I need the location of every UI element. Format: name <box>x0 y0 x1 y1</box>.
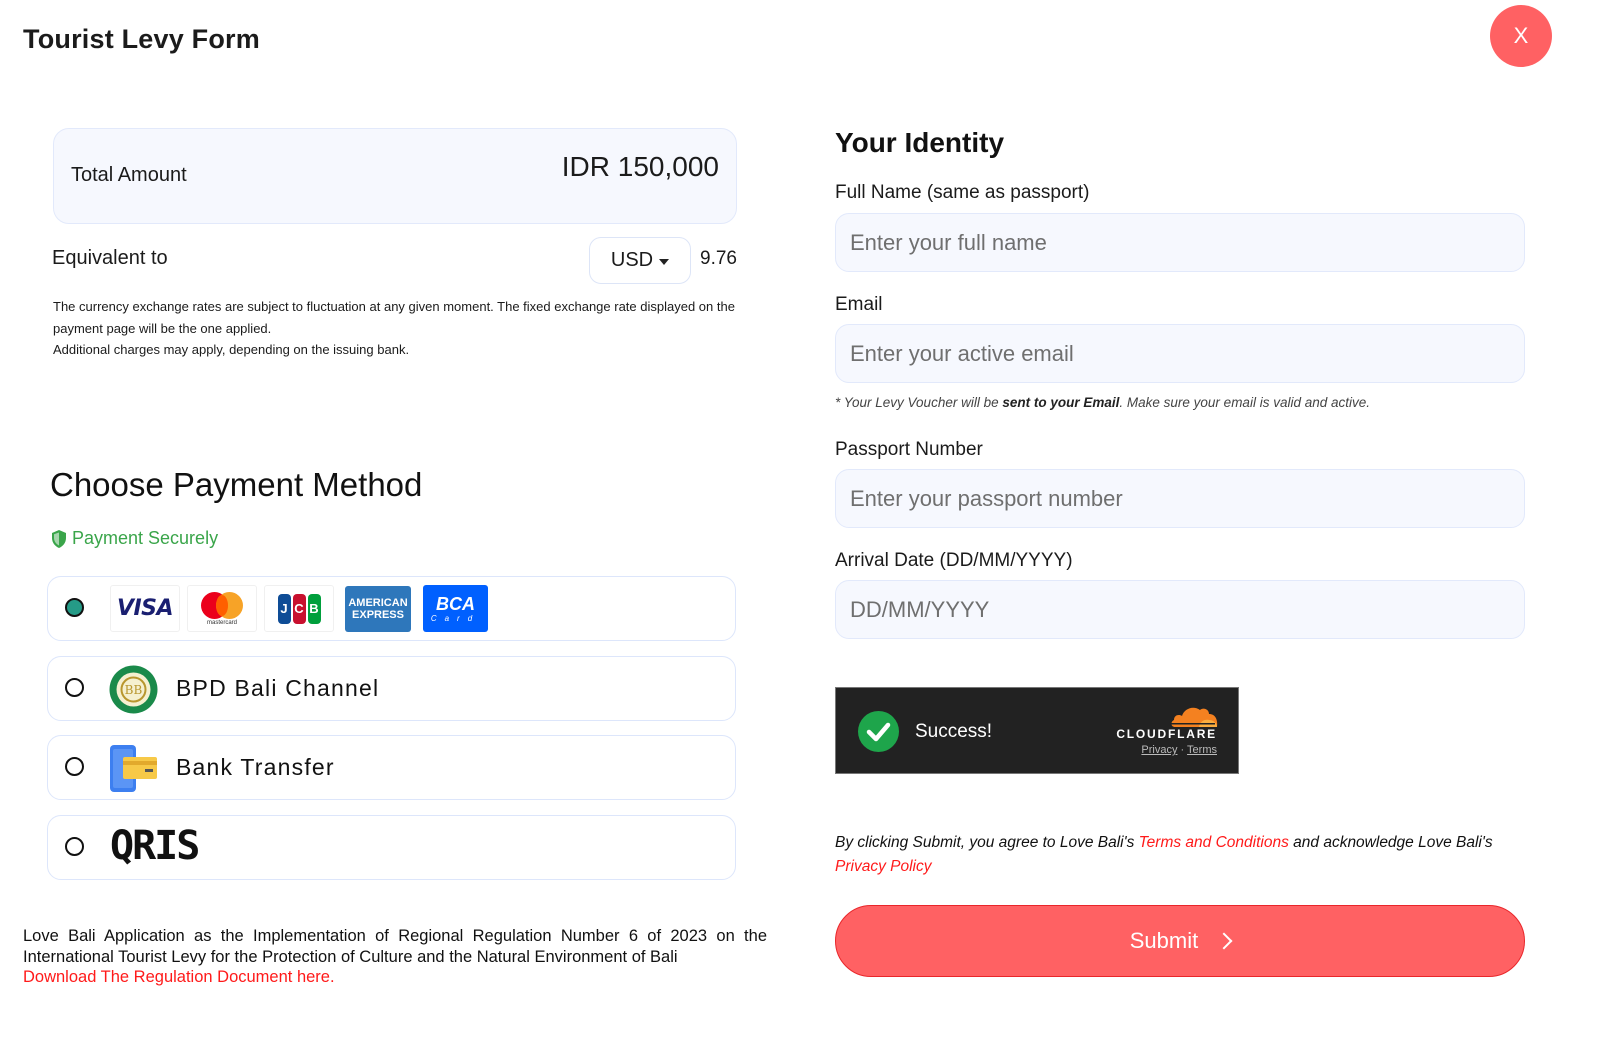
bca-line-1: BCA <box>436 594 475 614</box>
arrival-date-label: Arrival Date (DD/MM/YYYY) <box>835 550 1073 571</box>
radio-bank-transfer[interactable] <box>65 757 84 776</box>
bank-transfer-label: Bank Transfer <box>176 754 335 780</box>
passport-input[interactable] <box>835 469 1525 528</box>
radio-qris[interactable] <box>65 837 84 856</box>
amex-line-1: AMERICAN <box>348 597 408 609</box>
privacy-policy-link[interactable]: Privacy Policy <box>835 858 931 875</box>
full-name-label: Full Name (same as passport) <box>835 182 1090 203</box>
payment-method-title: Choose Payment Method <box>50 466 423 503</box>
disclaimer-line-2: Additional charges may apply, depending … <box>53 342 410 357</box>
arrival-date-input[interactable] <box>835 580 1525 639</box>
disclaimer-line-1: The currency exchange rates are subject … <box>53 299 735 336</box>
qris-logo: QRIS <box>110 823 200 869</box>
total-amount-card: Total Amount IDR 150,000 <box>53 128 737 224</box>
jcb-letter-c: C <box>292 593 306 624</box>
radio-card[interactable] <box>65 598 84 617</box>
jcb-logo: J C B <box>264 585 334 632</box>
full-name-input[interactable] <box>835 213 1525 272</box>
visa-logo-text: VISA <box>116 596 174 621</box>
cloudflare-link-separator: · <box>1180 744 1185 756</box>
mastercard-overlap <box>216 594 228 616</box>
equivalent-value: 9.76 <box>700 248 737 269</box>
email-note-prefix: * Your Levy Voucher will be <box>835 395 1003 410</box>
terms-and-conditions-link[interactable]: Terms and Conditions <box>1139 834 1289 851</box>
cloudflare-cloud-icon <box>1171 707 1218 727</box>
email-label: Email <box>835 294 883 315</box>
submit-button[interactable]: Submit <box>835 905 1525 977</box>
payment-option-bpd-bali[interactable]: BB BPD Bali Channel <box>47 656 736 721</box>
currency-select[interactable]: USD <box>589 237 691 284</box>
cloudflare-brand: CLOUDFLARE <box>1116 727 1217 741</box>
total-amount-value: IDR 150,000 <box>561 151 719 182</box>
bpd-bali-label: BPD Bali Channel <box>176 675 380 701</box>
submit-label: Submit <box>1129 928 1199 953</box>
total-amount-label: Total Amount <box>71 164 187 186</box>
caret-down-icon <box>659 258 670 265</box>
email-note-bold: sent to your Email <box>1002 395 1120 410</box>
regulation-text: Love Bali Application as the Implementat… <box>23 927 767 966</box>
bpd-bali-logo-icon: BB <box>109 665 158 714</box>
agreement-prefix: By clicking Submit, you agree to Love Ba… <box>835 834 1139 851</box>
page-title: Tourist Levy Form <box>23 24 260 54</box>
checkmark-icon <box>866 722 891 742</box>
close-icon: X <box>1513 23 1529 48</box>
agreement-middle: and acknowledge Love Bali's <box>1288 834 1493 851</box>
email-input[interactable] <box>835 324 1525 383</box>
identity-title: Your Identity <box>835 127 1005 158</box>
exchange-disclaimer: The currency exchange rates are subject … <box>53 296 743 361</box>
payment-option-card[interactable]: VISA mastercard J C B AMERICAN EXPRESS B… <box>47 576 736 641</box>
equivalent-label: Equivalent to <box>52 247 168 269</box>
captcha-checkbox[interactable] <box>858 711 899 752</box>
mastercard-logo-text: mastercard <box>206 619 237 626</box>
bpd-logo-text: BB <box>125 683 143 697</box>
jcb-letter-b: B <box>307 593 321 624</box>
mastercard-logo: mastercard <box>187 585 257 632</box>
payment-option-bank-transfer[interactable]: Bank Transfer <box>47 735 736 800</box>
currency-selected-value: USD <box>610 249 654 271</box>
bca-card-logo: BCA Card <box>423 585 488 632</box>
amex-line-2: EXPRESS <box>352 609 404 621</box>
bca-line-2: Card <box>430 614 481 623</box>
american-express-logo: AMERICAN EXPRESS <box>345 586 411 632</box>
email-note-suffix: . Make sure your email is valid and acti… <box>1119 395 1370 410</box>
email-note: * Your Levy Voucher will be sent to your… <box>835 395 1370 410</box>
cloudflare-privacy-link[interactable]: Privacy <box>1141 744 1177 756</box>
payment-secure-badge: Payment Securely <box>51 528 218 549</box>
shield-icon <box>52 529 66 548</box>
jcb-letter-j: J <box>277 593 291 624</box>
cloudflare-links: Privacy · Terms <box>1141 744 1217 756</box>
radio-bpd-bali[interactable] <box>65 678 84 697</box>
cloudflare-captcha-widget: Success! CLOUDFLARE Privacy · Terms <box>835 687 1239 774</box>
chevron-right-icon <box>1215 932 1233 950</box>
close-button[interactable]: X <box>1490 5 1552 67</box>
passport-label: Passport Number <box>835 439 983 460</box>
payment-option-qris[interactable]: QRIS <box>47 815 736 880</box>
regulation-notice: Love Bali Application as the Implementat… <box>23 926 767 988</box>
download-regulation-link[interactable]: Download The Regulation Document here. <box>23 968 335 986</box>
bank-transfer-icon <box>110 745 157 792</box>
cloudflare-terms-link[interactable]: Terms <box>1187 744 1217 756</box>
payment-secure-label: Payment Securely <box>72 528 219 548</box>
agreement-text: By clicking Submit, you agree to Love Ba… <box>835 831 1535 879</box>
visa-logo: VISA <box>110 585 180 632</box>
captcha-status: Success! <box>915 721 993 742</box>
